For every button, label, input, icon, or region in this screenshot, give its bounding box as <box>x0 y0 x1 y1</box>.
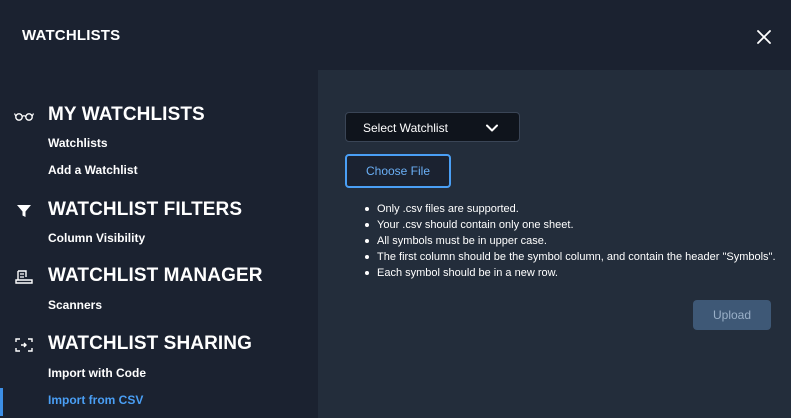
section-watchlist-manager: WATCHLIST MANAGER <box>0 265 318 289</box>
list-item: Your .csv should contain only one sheet. <box>365 217 785 233</box>
sidebar-item-scanners[interactable]: Scanners <box>48 298 102 312</box>
select-watchlist-dropdown[interactable]: Select Watchlist <box>345 112 520 142</box>
choose-file-button[interactable]: Choose File <box>345 154 451 188</box>
watchlists-modal: WATCHLISTS MY WATCHLISTS Watchlists Add … <box>0 0 791 418</box>
section-title: WATCHLIST FILTERS <box>48 199 243 220</box>
manager-icon <box>14 267 34 287</box>
csv-rules-list: Only .csv files are supported. Your .csv… <box>365 201 785 281</box>
chevron-down-icon <box>486 124 498 132</box>
active-indicator <box>0 388 3 416</box>
filter-icon <box>14 201 34 221</box>
list-item: Only .csv files are supported. <box>365 201 785 217</box>
list-item: All symbols must be in upper case. <box>365 233 785 249</box>
import-csv-panel: Select Watchlist Choose File Only .csv f… <box>318 70 791 418</box>
sharing-icon <box>14 335 34 355</box>
sidebar-item-watchlists[interactable]: Watchlists <box>48 136 108 150</box>
modal-header: WATCHLISTS <box>0 0 791 70</box>
upload-button[interactable]: Upload <box>693 300 771 330</box>
section-watchlist-sharing: WATCHLIST SHARING <box>0 333 318 357</box>
modal-title: WATCHLISTS <box>22 27 121 44</box>
list-item: The first column should be the symbol co… <box>365 249 785 265</box>
close-button[interactable] <box>752 25 776 49</box>
select-watchlist-label: Select Watchlist <box>363 121 448 135</box>
sidebar-item-import-with-code[interactable]: Import with Code <box>48 366 146 380</box>
list-item: Each symbol should be in a new row. <box>365 265 785 281</box>
glasses-icon <box>14 106 34 126</box>
sidebar-item-add-watchlist[interactable]: Add a Watchlist <box>48 163 138 177</box>
section-title: WATCHLIST SHARING <box>48 333 253 354</box>
section-watchlist-filters: WATCHLIST FILTERS <box>0 199 318 223</box>
close-icon <box>757 30 771 44</box>
section-title: MY WATCHLISTS <box>48 104 205 125</box>
section-my-watchlists: MY WATCHLISTS <box>0 104 318 128</box>
sidebar-item-import-from-csv[interactable]: Import from CSV <box>48 393 143 407</box>
section-title: WATCHLIST MANAGER <box>48 265 263 286</box>
sidebar-item-column-visibility[interactable]: Column Visibility <box>48 231 145 245</box>
sidebar: MY WATCHLISTS Watchlists Add a Watchlist… <box>0 70 318 418</box>
